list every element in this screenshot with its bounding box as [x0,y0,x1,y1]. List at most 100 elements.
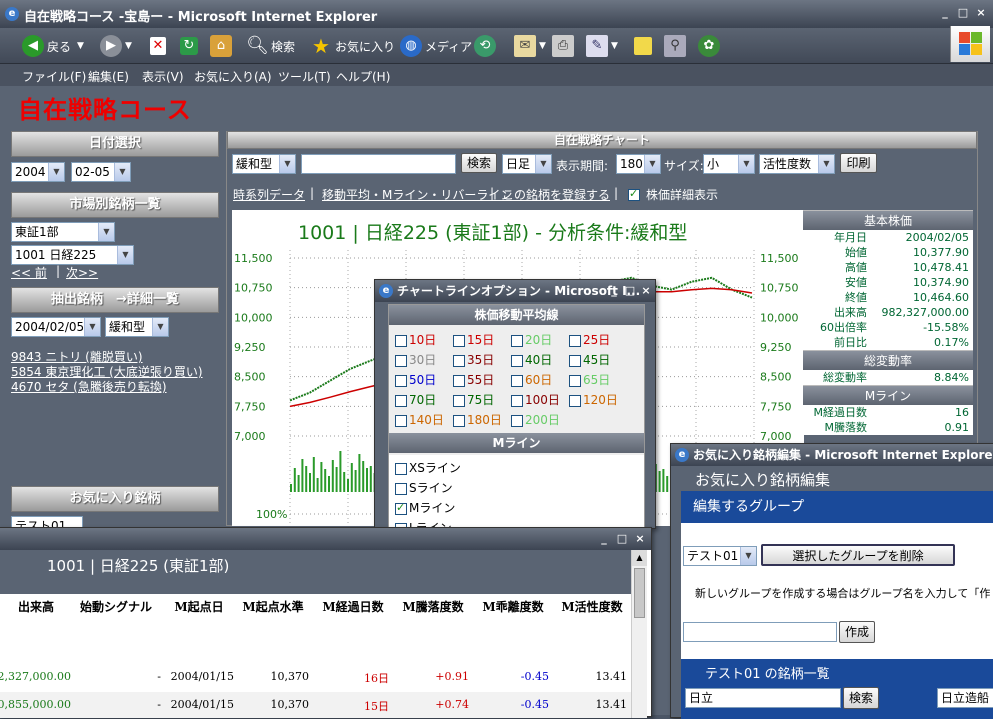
mail-button[interactable]: ✉ ▼ [514,34,546,58]
minimize-button[interactable]: _ [938,6,952,20]
next-link[interactable]: 次>> [66,264,98,281]
minimize-button[interactable]: _ [597,532,611,546]
mline-option[interactable]: XSライン [395,459,461,476]
chartline-options-window: e チャートラインオプション - Microsoft I... _ □ × 株価… [374,279,656,535]
market-select[interactable]: 東証1部 ▼ [11,222,115,242]
mline-checkbox-list: XSラインSラインMラインLライン [389,455,644,535]
detail-scrollbar[interactable]: ▲ [631,550,647,718]
menu-favorites[interactable]: お気に入り(A) [194,68,272,85]
ma-option[interactable]: 45日 [569,351,610,368]
checkbox-icon [453,354,465,367]
info-row: 安値 10,374.90 [803,275,973,290]
table-cell: -0.45 [520,698,549,711]
ma-option[interactable]: 60日 [511,371,552,388]
period-value: 180 [620,157,643,171]
timeseries-link[interactable]: 時系列データ [233,186,305,203]
ma-option[interactable]: 120日 [569,391,618,408]
extract-type-select[interactable]: 緩和型 ▼ [105,317,169,337]
ma-option[interactable]: 200日 [511,411,560,428]
close-button[interactable]: × [974,6,988,20]
ma-option[interactable]: 65日 [569,371,610,388]
size-value: 小 [707,157,720,171]
menu-file[interactable]: ファイル(F) [22,68,86,85]
scrollbar-thumb[interactable] [634,568,645,618]
ma-option[interactable]: 20日 [511,331,552,348]
close-button[interactable]: × [639,284,653,298]
ma-option[interactable]: 15日 [453,331,494,348]
print-chart-button[interactable]: 印刷 [840,153,877,173]
delete-group-button[interactable]: 選択したグループを削除 [761,544,955,566]
group-heading: 編集するグループ [681,491,993,523]
ma-option[interactable]: 180日 [453,411,502,428]
history-button[interactable]: ⟲ [474,34,499,58]
favorites-button[interactable]: ★ お気に入り [310,34,395,58]
new-group-input[interactable] [683,622,837,642]
stock-search-input[interactable] [301,154,456,174]
ma-option[interactable]: 35日 [453,351,494,368]
ma-option[interactable]: 75日 [453,391,494,408]
create-group-button[interactable]: 作成 [839,621,875,643]
stock-search-button[interactable]: 検索 [843,687,879,709]
menu-edit[interactable]: 編集(E) [88,68,129,85]
info-row: 出来高 982,327,000.00 [803,305,973,320]
home-button[interactable]: ⌂ [210,34,235,58]
research-button[interactable]: ⚲ [664,34,689,58]
forward-button[interactable]: ▶ ▼ [100,34,132,58]
stock-search-field[interactable]: 日立 [685,688,841,708]
ma-heading: 株価移動平均線 [389,305,644,325]
volume-bar [666,476,669,492]
search-button[interactable]: 🔍︎ 検索 [246,34,295,58]
period-unit-select[interactable]: 日足 ▼ [502,154,552,174]
ma-option[interactable]: 40日 [511,351,552,368]
media-button[interactable]: ◍ メディア [400,34,472,58]
discuss-button[interactable] [634,34,655,58]
extract-link[interactable]: 4670 セタ (急騰後売り転換) [11,378,167,395]
y-tick-label: 11,500 [234,252,273,265]
print-button[interactable]: ⎙ [552,34,577,58]
group-select[interactable]: テスト01 ▼ [683,546,757,566]
refresh-button[interactable]: ↻ [180,34,201,58]
chart-search-button[interactable]: 検索 [461,153,497,173]
table-row[interactable]: 982,327,000.00 -2004/01/15 10,370 16日 +0.91 -… [0,664,631,692]
maximize-button[interactable]: □ [615,532,629,546]
maximize-button[interactable]: □ [623,284,637,298]
year-select[interactable]: 2004 ▼ [11,162,65,182]
extract-date-select[interactable]: 2004/02/05 ▼ [11,317,101,337]
table-row[interactable]: 980,855,000.00 -2004/01/15 10,370 15日 +0.74 -… [0,692,631,718]
stop-button[interactable]: ✕ [150,34,169,58]
mline-option[interactable]: Mライン [395,499,455,516]
sort-select[interactable]: 活性度数 ▼ [759,154,835,174]
mline-option[interactable]: Sライン [395,479,453,496]
ma-option[interactable]: 30日 [395,351,436,368]
minimize-button[interactable]: _ [607,284,621,298]
monthday-select[interactable]: 02-05 ▼ [71,162,131,182]
ma-option[interactable]: 140日 [395,411,444,428]
ma-option[interactable]: 10日 [395,331,436,348]
ma-option[interactable]: 55日 [453,371,494,388]
period-select[interactable]: 180 ▼ [616,154,661,174]
ma-option[interactable]: 100日 [511,391,560,408]
close-button[interactable]: × [633,532,647,546]
menu-help[interactable]: ヘルプ(H) [336,68,390,85]
chevron-up-icon[interactable]: ▲ [632,550,647,566]
search-result[interactable]: 日立造船 [937,688,993,708]
menu-tools[interactable]: ツール(T) [278,68,331,85]
messenger-button[interactable]: ✿ [698,34,723,58]
detail-checkbox[interactable] [628,187,642,201]
stock-select[interactable]: 1001 日経225 ▼ [11,245,134,265]
condition-select[interactable]: 緩和型 ▼ [232,154,296,174]
edit-button[interactable]: ✎ ▼ [586,34,618,58]
register-stock-link[interactable]: この銘柄を登録する [502,186,610,203]
back-button[interactable]: ◀ 戻る ▼ [22,34,84,58]
prev-link[interactable]: << 前 [11,264,47,281]
ma-option[interactable]: 70日 [395,391,436,408]
ma-label: 65日 [583,373,611,387]
menu-view[interactable]: 表示(V) [142,68,184,85]
maximize-button[interactable]: □ [956,6,970,20]
size-select[interactable]: 小 ▼ [703,154,755,174]
ma-option[interactable]: 50日 [395,371,436,388]
ma-options-link[interactable]: 移動平均・Mライン・リバーライン [322,186,512,203]
ma-option[interactable]: 25日 [569,331,610,348]
group-value: テスト01 [687,549,739,563]
stock-list-heading: テスト01 の銘柄一覧 [705,667,830,682]
